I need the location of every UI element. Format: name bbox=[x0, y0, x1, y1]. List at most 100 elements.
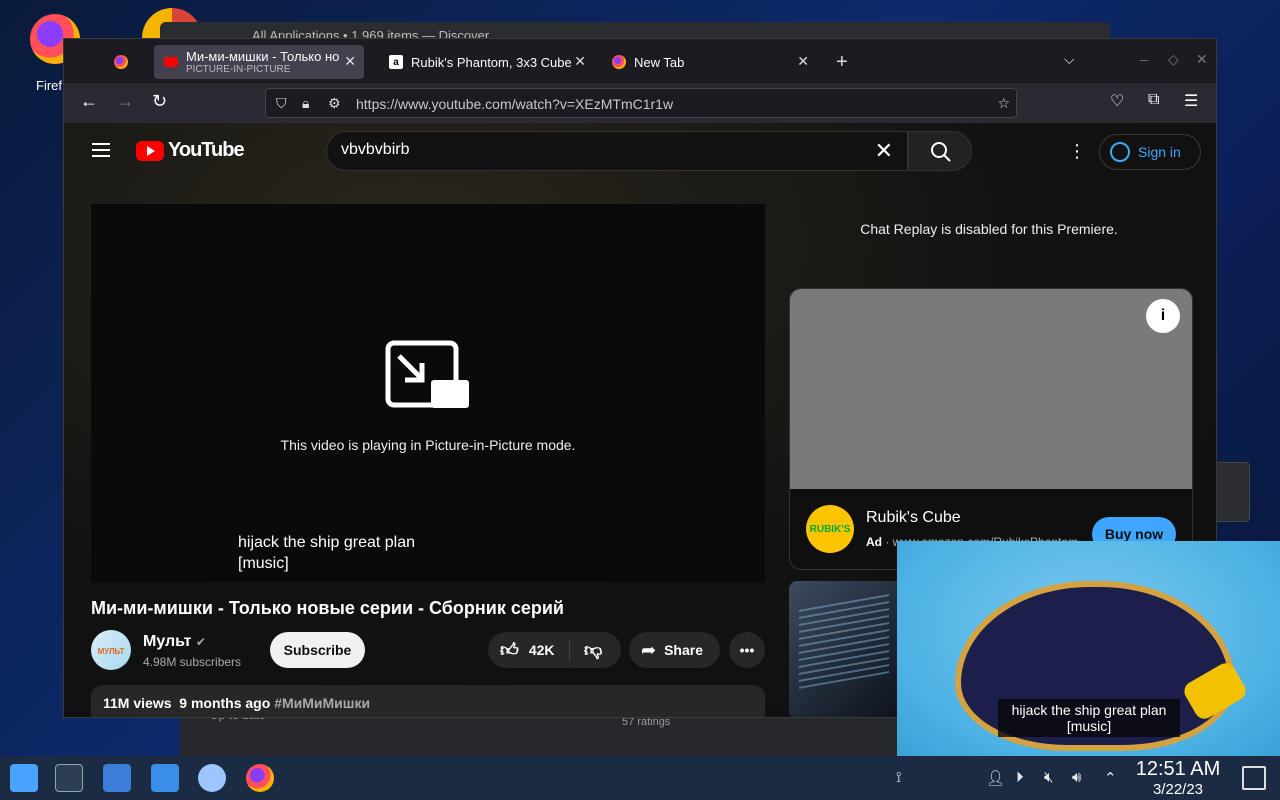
guide-menu-icon[interactable] bbox=[92, 143, 110, 157]
close-tab-icon[interactable]: ✕ bbox=[797, 53, 809, 70]
picture-in-picture-icon bbox=[385, 340, 469, 408]
hashtag-link[interactable]: #МиМиМишки bbox=[274, 695, 370, 711]
pocket-icon[interactable]: ♡ bbox=[1110, 91, 1124, 111]
caption-line: [music] bbox=[1066, 718, 1112, 734]
tab-amazon[interactable]: a Rubik's Phantom, 3x3 Cube ✕ bbox=[379, 45, 594, 79]
url-text[interactable]: https://www.youtube.com/watch?v=XEzMTmC1… bbox=[356, 96, 673, 112]
video-title: Ми-ми-мишки - Только новые серии - Сборн… bbox=[91, 598, 564, 618]
close-window-icon[interactable]: ✕ bbox=[1196, 51, 1208, 68]
mute-icon[interactable]: 🔇︎ bbox=[1044, 769, 1053, 786]
ad-card[interactable]: i RUBIK'S Rubik's Cube Ad · www.amazon.c… bbox=[789, 288, 1193, 570]
shield-icon[interactable]: ⛉ bbox=[276, 95, 287, 112]
tab-firefox-view[interactable] bbox=[104, 45, 148, 79]
bookmark-star-icon[interactable]: ☆ bbox=[997, 95, 1010, 112]
caption-line: [music] bbox=[238, 555, 289, 572]
permissions-icon[interactable]: ⚙ bbox=[328, 95, 341, 112]
caption-line: hijack the ship great plan bbox=[238, 534, 415, 551]
hamburger-menu-icon[interactable]: ☰ bbox=[1184, 91, 1198, 111]
subscribe-button[interactable]: Subscribe bbox=[270, 632, 365, 668]
search-input[interactable] bbox=[341, 141, 861, 159]
lock-icon[interactable]: 🔒︎ bbox=[302, 95, 309, 112]
picture-in-picture-window[interactable]: hijack the ship great plan [music] bbox=[897, 541, 1280, 756]
clock[interactable]: 12:51 AM 3/22/23 bbox=[1132, 758, 1224, 798]
subscriber-count: 4.98M subscribers bbox=[143, 655, 242, 669]
ad-title: Rubik's Cube bbox=[866, 509, 961, 526]
url-bar[interactable]: ⛉ 🔒︎ ⚙ https://www.youtube.com/watch?v=X… bbox=[265, 88, 1017, 118]
youtube-icon bbox=[164, 57, 178, 67]
tab-youtube[interactable]: Ми-ми-мишки - Только но PICTURE-IN-PICTU… bbox=[154, 45, 364, 79]
maximize-icon[interactable]: ◇ bbox=[1168, 51, 1179, 68]
ad-image bbox=[790, 289, 1192, 489]
user-switch-icon[interactable]: 👤︎ bbox=[986, 769, 1005, 787]
share-arrow-icon: ➦ bbox=[641, 639, 657, 660]
like-count: 42K bbox=[528, 642, 555, 658]
background-panel bbox=[1214, 462, 1250, 522]
chat-replay-message: Chat Replay is disabled for this Premier… bbox=[860, 221, 1118, 237]
taskbar: ⟟ 👤︎ ⏵ 🔇︎ 🔊︎ ⌃ 12:51 AM 3/22/23 bbox=[0, 756, 1280, 800]
video-thumbnail[interactable] bbox=[789, 581, 907, 717]
tab-title: Rubik's Phantom, 3x3 Cube bbox=[411, 54, 572, 70]
minimize-icon[interactable]: – bbox=[1140, 51, 1148, 67]
tab-title: Ми-ми-мишки - Только но bbox=[186, 49, 340, 64]
reload-icon[interactable]: ↻ bbox=[152, 91, 167, 112]
upload-age: 9 months ago bbox=[179, 695, 271, 711]
like-button[interactable]: 👍︎ 42K bbox=[488, 639, 570, 661]
more-actions-button[interactable]: ••• bbox=[729, 632, 765, 668]
description-box[interactable]: 11M views 9 months ago #МиМиМишки bbox=[91, 685, 765, 717]
share-label: Share bbox=[664, 642, 704, 658]
start-menu-icon[interactable] bbox=[10, 764, 38, 792]
view-count: 11M views bbox=[103, 695, 172, 711]
firefox-icon bbox=[612, 55, 626, 69]
forward-arrow-icon[interactable]: → bbox=[116, 91, 134, 112]
channel-name[interactable]: Мульт ✔ bbox=[143, 633, 206, 651]
tab-subtitle: PICTURE-IN-PICTURE bbox=[186, 64, 291, 75]
network-app-icon[interactable] bbox=[198, 764, 226, 792]
kde-connect-icon[interactable]: ⟟ bbox=[896, 769, 902, 786]
more-horizontal-icon: ••• bbox=[739, 642, 755, 658]
dislike-button[interactable]: 👎︎ bbox=[584, 639, 602, 661]
channel-name-text: Мульт bbox=[143, 633, 192, 650]
sign-in-button[interactable]: Sign in bbox=[1099, 134, 1201, 170]
tray-expand-chevron-icon[interactable]: ⌃ bbox=[1104, 769, 1117, 787]
media-play-icon[interactable]: ⏵ bbox=[1016, 769, 1024, 786]
pip-caption: hijack the ship great plan [music] bbox=[998, 699, 1180, 737]
amazon-icon: a bbox=[389, 55, 403, 69]
clear-search-icon[interactable]: ✕ bbox=[875, 138, 893, 164]
search-button[interactable] bbox=[908, 131, 972, 171]
channel-avatar[interactable]: МУЛЬТ bbox=[91, 630, 131, 670]
youtube-logo[interactable]: YouTube bbox=[136, 139, 245, 162]
video-player[interactable]: This video is playing in Picture-in-Pict… bbox=[91, 204, 765, 582]
verified-check-icon: ✔ bbox=[195, 635, 206, 649]
extensions-icon[interactable]: ⧉ bbox=[1148, 91, 1159, 109]
file-manager-icon[interactable] bbox=[151, 764, 179, 792]
volume-icon[interactable]: 🔊︎ bbox=[1072, 769, 1081, 786]
settings-kebab-icon[interactable]: ⋮ bbox=[1068, 141, 1086, 162]
close-tab-icon[interactable]: ✕ bbox=[574, 53, 586, 70]
thumbnail-image bbox=[799, 593, 889, 689]
logo-text: YouTube bbox=[168, 139, 245, 161]
show-desktop-button[interactable] bbox=[1242, 766, 1266, 790]
list-tabs-chevron-icon[interactable]: ⌵ bbox=[1064, 51, 1075, 68]
caption-line: hijack the ship great plan bbox=[1011, 702, 1167, 718]
channel-logo-text: МУЛЬТ bbox=[98, 647, 125, 656]
clock-time: 12:51 AM bbox=[1135, 758, 1221, 780]
search-icon bbox=[931, 142, 951, 162]
rubiks-logo: RUBIK'S bbox=[806, 505, 854, 553]
like-dislike-group: 👍︎ 42K 👎︎ bbox=[488, 632, 621, 668]
firefox-icon bbox=[114, 55, 128, 69]
info-icon[interactable]: i bbox=[1146, 299, 1180, 333]
firefox-icon[interactable] bbox=[246, 764, 274, 792]
channel-logo: МУЛЬТ bbox=[98, 647, 125, 656]
close-tab-icon[interactable]: ✕ bbox=[344, 53, 356, 70]
user-icon bbox=[1110, 142, 1130, 162]
back-arrow-icon[interactable]: ← bbox=[80, 91, 98, 112]
video-caption: hijack the ship great plan [music] bbox=[238, 532, 415, 574]
system-settings-icon[interactable] bbox=[55, 764, 83, 792]
share-button[interactable]: ➦ Share bbox=[629, 632, 720, 668]
discover-store-icon[interactable] bbox=[103, 764, 131, 792]
youtube-play-icon bbox=[136, 140, 164, 161]
pip-message: This video is playing in Picture-in-Pict… bbox=[280, 437, 576, 453]
tab-new-tab[interactable]: New Tab ✕ bbox=[602, 45, 817, 79]
tab-bar: Ми-ми-мишки - Только но PICTURE-IN-PICTU… bbox=[64, 39, 1216, 83]
new-tab-plus-icon[interactable]: + bbox=[836, 51, 848, 74]
